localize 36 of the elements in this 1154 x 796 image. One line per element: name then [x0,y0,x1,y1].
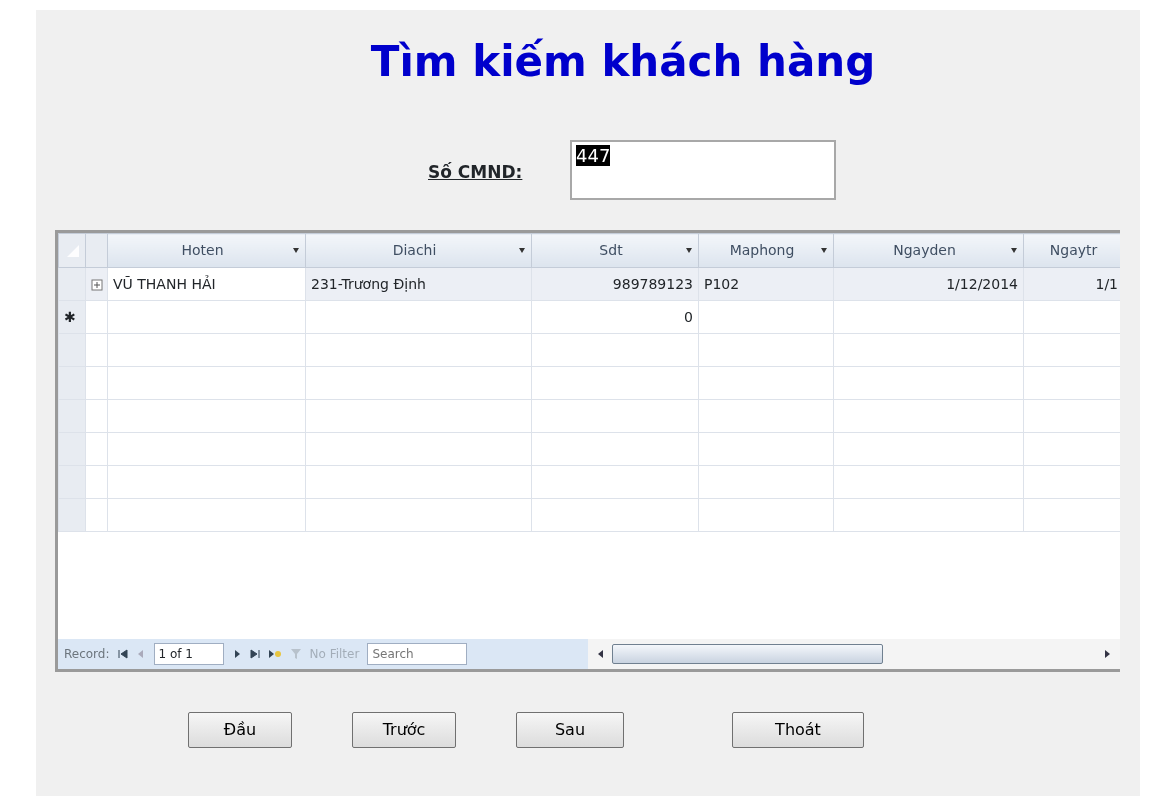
dropdown-icon [820,246,828,255]
table-cell: 1/12/2014 [833,267,1024,301]
first-record-icon[interactable] [117,649,128,659]
table-cell: P102 [698,267,834,301]
table-cell: 231-Trương Định [305,267,532,301]
form-button[interactable]: Trước [352,712,456,748]
last-record-icon[interactable] [249,649,260,659]
column-header[interactable]: Maphong [698,233,834,268]
dropdown-icon [1010,246,1018,255]
dropdown-icon [685,246,693,255]
column-header[interactable]: Diachi [305,233,532,268]
form-button[interactable]: Thoát [732,712,864,748]
record-number-field[interactable]: 1 of 1 [153,643,224,665]
field-label: Số CMND: [428,161,524,184]
form-button[interactable]: Sau [516,712,624,748]
column-header[interactable]: Hoten [107,233,306,268]
expand-icon[interactable] [91,278,103,291]
filter-label: No Filter [309,646,360,663]
dropdown-icon [518,246,526,255]
column-header[interactable]: Ngaytr [1023,233,1120,268]
table-cell: 0 [684,308,693,325]
navigator-label: Record: [64,646,110,663]
form-title: Tìm kiếm khách hàng [369,36,877,88]
scroll-right-icon[interactable] [1102,649,1112,659]
dropdown-icon [292,246,300,255]
input-field[interactable]: 447 [570,140,836,200]
table-cell: 1/1 [1023,267,1120,301]
search-field[interactable]: Search [367,643,468,665]
form-button[interactable]: Đầu [188,712,292,748]
table-cell: VŨ THANH HẢI [107,267,306,301]
scroll-left-icon[interactable] [596,649,606,659]
column-header[interactable]: Sdt [531,233,699,268]
column-header[interactable]: Ngayden [833,233,1024,268]
new-record-icon[interactable] [267,649,282,659]
table-cell: 989789123 [531,267,699,301]
new-record-marker: ✱ [64,308,76,325]
